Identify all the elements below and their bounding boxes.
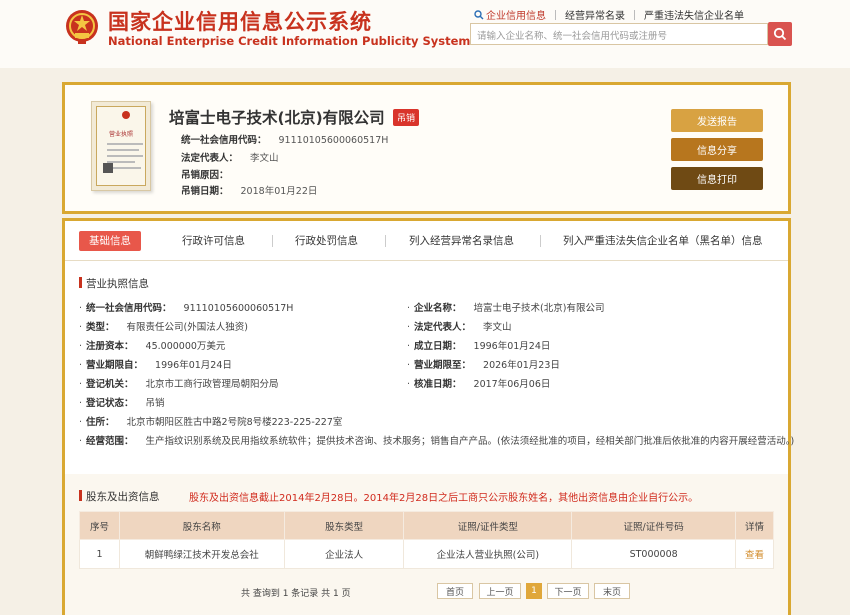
field-company-name: · 企业名称： 培富士电子技术(北京)有限公司 xyxy=(407,303,605,314)
column-header: 股东类型 xyxy=(283,511,405,540)
table-row: 1 朝鲜鸭绿江技术开发总会社 企业法人 企业法人营业执照(公司) ST00000… xyxy=(79,539,774,569)
license-label: 营业执照 xyxy=(108,131,133,138)
revoke-date-row: 吊销日期： 2018年01月22日 xyxy=(181,186,318,197)
field-address: · 住所： 北京市朝阳区胜古中路2号院8号楼223-225-227室 xyxy=(79,417,343,428)
shareholder-notice: 股东及出资信息截止2014年2月28日。2014年2月28日之后工商只公示股东姓… xyxy=(189,493,699,504)
legal-rep-row: 法定代表人： 李文山 xyxy=(181,153,279,164)
field-type: · 类型： 有限责任公司(外国法人独资) xyxy=(79,322,248,333)
current-page-button[interactable]: 1 xyxy=(526,583,542,599)
pagination-info: 共 查询到 1 条记录 共 1 页 xyxy=(241,589,351,599)
nav-link-abnormal-list[interactable]: 经营异常名录 xyxy=(556,7,634,22)
column-header: 序号 xyxy=(79,511,120,540)
field-capital: · 注册资本： 45.000000万美元 xyxy=(79,341,226,352)
share-info-button[interactable]: 信息分享 xyxy=(671,138,763,161)
field-legal-rep: · 法定代表人： 李文山 xyxy=(407,322,512,333)
cell-cert-number: ST000008 xyxy=(571,539,737,569)
field-reg-status: · 登记状态： 吊销 xyxy=(79,398,165,409)
search-icon xyxy=(474,9,484,19)
site-header: 国家企业信用信息公示系统 National Enterprise Credit … xyxy=(0,0,850,68)
next-page-button[interactable]: 下一页 xyxy=(547,583,589,599)
prev-page-button[interactable]: 上一页 xyxy=(479,583,521,599)
send-report-button[interactable]: 发送报告 xyxy=(671,109,763,132)
column-header: 证照/证件类型 xyxy=(403,511,573,540)
column-header: 详情 xyxy=(735,511,774,540)
credit-code-row: 统一社会信用代码： 91110105600060517H xyxy=(181,135,389,146)
detail-panel: 基础信息 行政许可信息 行政处罚信息 列入经营异常名录信息 列入严重违法失信企业… xyxy=(62,218,795,615)
status-badge: 吊销 xyxy=(393,109,420,126)
license-section-title: 营业执照信息 xyxy=(79,276,149,291)
tab-abnormal-list[interactable]: 列入经营异常名录信息 xyxy=(409,231,514,251)
cell-cert-type: 企业法人营业执照(公司) xyxy=(403,539,573,569)
field-term-from: · 营业期限自： 1996年01月24日 xyxy=(79,360,232,371)
nav-link-credit-info[interactable]: 企业信用信息 xyxy=(484,7,555,22)
site-title-en: National Enterprise Credit Information P… xyxy=(108,34,471,48)
emblem-icon xyxy=(122,111,130,119)
search-input[interactable]: 请输入企业名称、统一社会信用代码或注册号 xyxy=(470,23,768,45)
cell-index: 1 xyxy=(79,539,120,569)
company-summary-card: 营业执照 培富士电子技术(北京)有限公司 吊销 统一社会信用代码： 9111010… xyxy=(62,82,791,214)
company-name: 培富士电子技术(北京)有限公司 xyxy=(169,109,385,127)
shareholder-table: 序号 股东名称 股东类型 证照/证件类型 证照/证件号码 详情 1 朝鲜鸭绿江技… xyxy=(79,511,774,569)
national-emblem-icon xyxy=(66,10,98,44)
nav-link-blacklist[interactable]: 严重违法失信企业名单 xyxy=(635,7,753,22)
column-header: 股东名称 xyxy=(118,511,285,540)
site-title: 国家企业信用信息公示系统 xyxy=(108,10,372,34)
shareholder-section-title: 股东及出资信息 xyxy=(79,489,160,504)
cell-shareholder-type: 企业法人 xyxy=(283,539,405,569)
field-authority: · 登记机关： 北京市工商行政管理局朝阳分局 xyxy=(79,379,279,390)
field-business-scope: · 经营范围： 生产指纹识别系统及民用指纹系统软件；提供技术咨询、技术服务；销售自产… xyxy=(79,436,795,447)
first-page-button[interactable]: 首页 xyxy=(437,583,473,599)
column-header: 证照/证件号码 xyxy=(571,511,737,540)
top-nav: 企业信用信息 经营异常名录 严重违法失信企业名单 xyxy=(474,7,753,22)
view-detail-link[interactable]: 查看 xyxy=(735,539,774,569)
tab-bar: 基础信息 行政许可信息 行政处罚信息 列入经营异常名录信息 列入严重违法失信企业… xyxy=(65,221,788,261)
field-term-to: · 营业期限至： 2026年01月23日 xyxy=(407,360,560,371)
search-button[interactable] xyxy=(768,22,792,46)
revoke-reason-row: 吊销原因： xyxy=(181,170,229,181)
tab-admin-license[interactable]: 行政许可信息 xyxy=(182,231,245,251)
tab-admin-penalty[interactable]: 行政处罚信息 xyxy=(295,231,358,251)
business-license-image: 营业执照 xyxy=(91,101,151,191)
field-credit-code: · 统一社会信用代码： 91110105600060517H xyxy=(79,303,294,314)
table-header-row: 序号 股东名称 股东类型 证照/证件类型 证照/证件号码 详情 xyxy=(79,511,774,540)
cell-shareholder-name: 朝鲜鸭绿江技术开发总会社 xyxy=(118,539,285,569)
qr-code-icon xyxy=(103,163,113,173)
search-icon xyxy=(773,27,787,41)
print-info-button[interactable]: 信息打印 xyxy=(671,167,763,190)
tab-blacklist[interactable]: 列入严重违法失信企业名单（黑名单）信息 xyxy=(563,231,763,251)
field-approval-date: · 核准日期： 2017年06月06日 xyxy=(407,379,551,390)
field-founded: · 成立日期： 1996年01月24日 xyxy=(407,341,551,352)
last-page-button[interactable]: 末页 xyxy=(594,583,630,599)
tab-basic-info[interactable]: 基础信息 xyxy=(79,231,141,251)
